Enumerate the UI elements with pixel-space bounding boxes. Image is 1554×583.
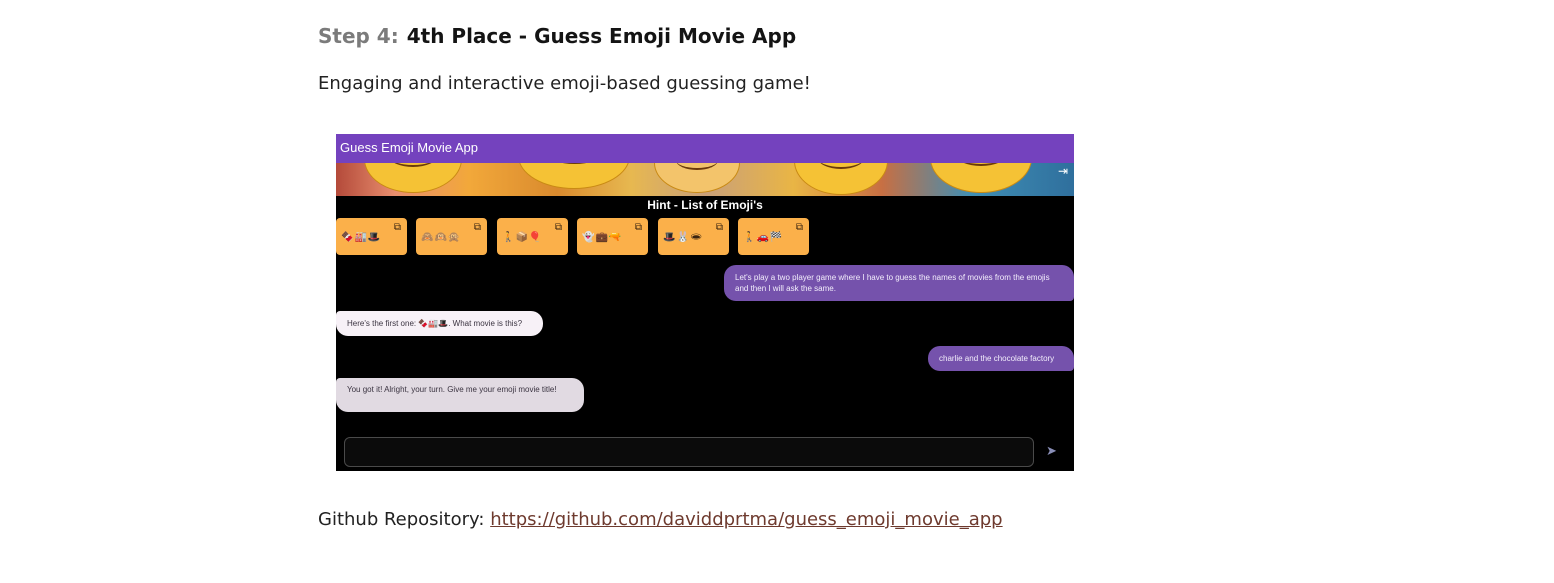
- hint-emojis: 🍫🏭🎩: [341, 232, 382, 243]
- copy-icon[interactable]: ⧉: [635, 222, 642, 233]
- hint-card-row: 🍫🏭🎩 ⧉ 🙈🙉🙊 ⧉ 🚶📦🎈 ⧉ 👻💼🔫 ⧉ 🎩🐰🕳 ⧉ 🚶🚗🏁 ⧉: [336, 218, 1074, 256]
- app-bar: Guess Emoji Movie App: [336, 134, 1074, 163]
- emoji-face-1: [364, 163, 462, 193]
- app-screenshot: Guess Emoji Movie App ⇥ Hint - List of E…: [336, 134, 1074, 471]
- step-heading: Step 4: 4th Place - Guess Emoji Movie App: [318, 24, 796, 48]
- hint-card[interactable]: 🍫🏭🎩 ⧉: [336, 218, 407, 255]
- hint-card[interactable]: 👻💼🔫 ⧉: [577, 218, 648, 255]
- repo-link[interactable]: https://github.com/daviddprtma/guess_emo…: [490, 509, 1002, 530]
- emoji-face-5: [930, 163, 1032, 193]
- hint-card[interactable]: 🚶📦🎈 ⧉: [497, 218, 568, 255]
- chat-message-user: charlie and the chocolate factory: [928, 346, 1074, 371]
- step-title: 4th Place - Guess Emoji Movie App: [406, 24, 797, 48]
- hint-emojis: 🎩🐰🕳: [663, 232, 704, 243]
- copy-icon[interactable]: ⧉: [716, 222, 723, 233]
- copy-icon[interactable]: ⧉: [394, 222, 401, 233]
- chat-message-bot: You got it! Alright, your turn. Give me …: [336, 378, 584, 412]
- hint-emojis: 🚶📦🎈: [502, 232, 543, 243]
- send-icon[interactable]: ➤: [1046, 443, 1057, 459]
- chat-message-bot: Here's the first one: 🍫🏭🎩. What movie is…: [336, 311, 543, 336]
- hint-emojis: 🚶🚗🏁: [743, 232, 784, 243]
- hint-emojis: 👻💼🔫: [582, 232, 623, 243]
- step-description: Engaging and interactive emoji-based gue…: [318, 73, 811, 94]
- hint-card[interactable]: 🚶🚗🏁 ⧉: [738, 218, 809, 255]
- chat-message-user: Let's play a two player game where I hav…: [724, 265, 1074, 301]
- repo-line: Github Repository: https://github.com/da…: [318, 509, 1003, 530]
- copy-icon[interactable]: ⧉: [555, 222, 562, 233]
- hint-emojis: 🙈🙉🙊: [421, 232, 462, 243]
- app-title: Guess Emoji Movie App: [340, 140, 479, 155]
- step-number: Step 4:: [318, 24, 399, 48]
- emoji-face-4: [794, 163, 888, 195]
- hint-card[interactable]: 🙈🙉🙊 ⧉: [416, 218, 487, 255]
- copy-icon[interactable]: ⧉: [474, 222, 481, 233]
- emoji-banner-image: ⇥: [336, 163, 1074, 196]
- logout-icon[interactable]: ⇥: [1058, 164, 1068, 178]
- hint-card[interactable]: 🎩🐰🕳 ⧉: [658, 218, 729, 255]
- emoji-face-3: [654, 163, 740, 193]
- hint-title: Hint - List of Emoji's: [647, 198, 763, 212]
- message-input[interactable]: [344, 437, 1034, 467]
- repo-label: Github Repository:: [318, 509, 485, 530]
- emoji-face-2: [518, 163, 630, 189]
- copy-icon[interactable]: ⧉: [796, 222, 803, 233]
